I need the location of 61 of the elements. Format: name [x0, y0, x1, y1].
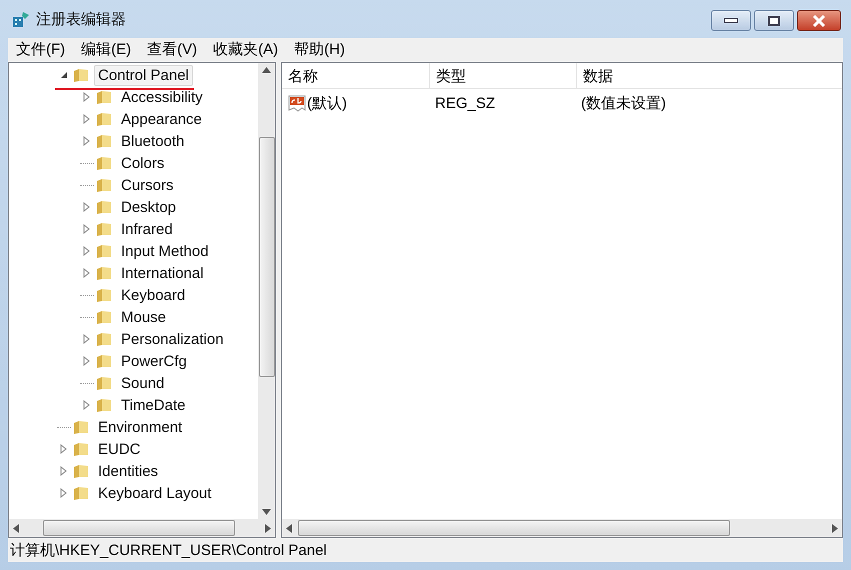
- tree-item[interactable]: Identities: [94, 460, 162, 482]
- maximize-button[interactable]: [754, 10, 794, 31]
- horizontal-scrollbar[interactable]: [9, 519, 275, 537]
- folder-icon: [96, 309, 112, 325]
- close-button[interactable]: [797, 10, 841, 31]
- table-cell: REG_SZ: [435, 94, 496, 112]
- folder-icon: [73, 485, 89, 501]
- folder-icon: [96, 375, 112, 391]
- vertical-scrollbar[interactable]: [258, 63, 275, 519]
- folder-icon: [96, 221, 112, 237]
- tree-item[interactable]: Desktop: [117, 196, 180, 218]
- table-cell: (数值未设置): [581, 94, 666, 112]
- window-title: 注册表编辑器: [36, 10, 126, 28]
- tree-item[interactable]: Mouse: [117, 306, 170, 328]
- tree-item[interactable]: TimeDate: [117, 394, 190, 416]
- tree-item[interactable]: PowerCfg: [117, 350, 191, 372]
- folder-icon: [96, 111, 112, 127]
- app-icon: [12, 10, 30, 28]
- minimize-button[interactable]: [711, 10, 751, 31]
- folder-icon: [96, 287, 112, 303]
- menu-item[interactable]: 帮助(H): [286, 40, 353, 58]
- folder-icon: [96, 331, 112, 347]
- folder-icon: [73, 419, 89, 435]
- folder-icon: [96, 199, 112, 215]
- column-header[interactable]: 类型: [430, 63, 577, 88]
- column-header[interactable]: 名称: [282, 63, 430, 88]
- tree-item[interactable]: Appearance: [117, 108, 206, 130]
- folder-icon: [96, 177, 112, 193]
- table-cell[interactable]: (默认): [307, 94, 347, 112]
- tree-item[interactable]: Infrared: [117, 218, 177, 240]
- tree-item[interactable]: Personalization: [117, 328, 228, 350]
- horizontal-scrollbar[interactable]: [282, 519, 842, 537]
- tree-item[interactable]: Accessibility: [117, 86, 207, 108]
- tree-item[interactable]: Input Method: [117, 240, 213, 262]
- status-text: 计算机\HKEY_CURRENT_USER\Control Panel: [10, 540, 327, 560]
- folder-icon: [96, 265, 112, 281]
- tree-item[interactable]: EUDC: [94, 438, 145, 460]
- folder-icon: [96, 89, 112, 105]
- menu-item[interactable]: 查看(V): [139, 40, 206, 58]
- folder-icon: [73, 441, 89, 457]
- tree-item[interactable]: Sound: [117, 372, 168, 394]
- folder-icon: [96, 397, 112, 413]
- tree-item[interactable]: International: [117, 262, 208, 284]
- tree-item[interactable]: Cursors: [117, 174, 178, 196]
- column-header[interactable]: 数据: [577, 63, 842, 88]
- tree-item[interactable]: Environment: [94, 416, 186, 438]
- folder-icon: [73, 463, 89, 479]
- tree-item[interactable]: Keyboard: [117, 284, 190, 306]
- tree-item[interactable]: Keyboard Layout: [94, 482, 216, 504]
- menu-item[interactable]: 文件(F): [8, 40, 74, 58]
- menu-item[interactable]: 编辑(E): [73, 40, 140, 58]
- folder-icon: [73, 67, 89, 83]
- tree-item[interactable]: Bluetooth: [117, 130, 188, 152]
- folder-icon: [96, 133, 112, 149]
- folder-icon: [96, 155, 112, 171]
- folder-icon: [96, 243, 112, 259]
- string-value-icon: [288, 94, 306, 112]
- close-icon: [812, 14, 826, 26]
- tree-item[interactable]: Colors: [117, 152, 168, 174]
- folder-icon: [96, 353, 112, 369]
- menu-item[interactable]: 收藏夹(A): [205, 40, 286, 58]
